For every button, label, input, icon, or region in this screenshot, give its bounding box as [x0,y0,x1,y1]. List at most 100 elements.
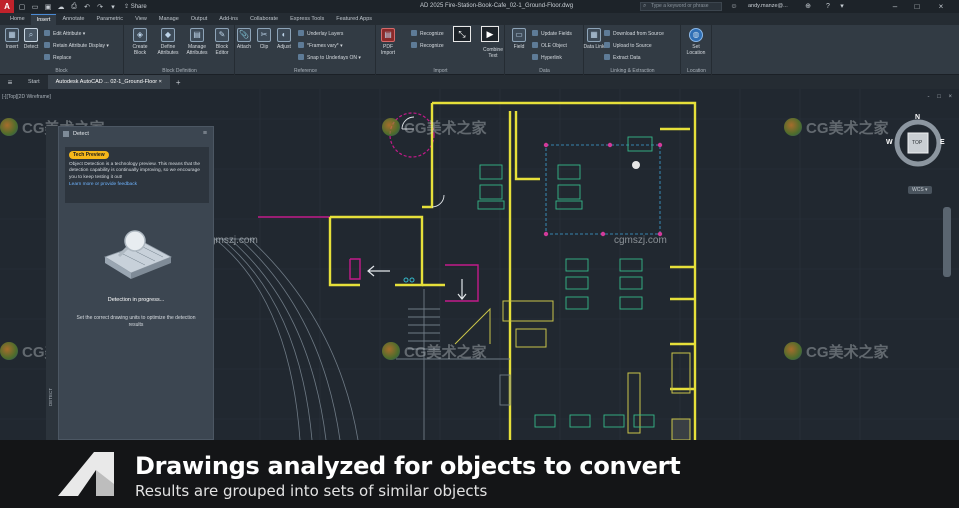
new-tab-icon[interactable]: + [176,78,181,87]
doc-tab-start[interactable]: Start [20,75,48,89]
feedback-link[interactable]: Learn more or provide feedback [69,182,205,187]
tab-manage[interactable]: Manage [153,14,185,25]
tab-add-ins[interactable]: Add-ins [213,14,244,25]
account-icon[interactable]: ☺ [729,1,739,11]
set-location-button[interactable]: ◍ Set Location [685,28,707,56]
view-cube[interactable]: N W E TOP WCS ▾ [886,109,945,194]
pdf-icon: ▤ [381,28,395,42]
underlay-layers-button[interactable]: Underlay Layers [298,30,343,37]
replace-icon [44,54,50,60]
close-icon[interactable]: × [934,1,948,12]
autodesk-logo-icon [58,452,114,496]
hamburger-menu-icon[interactable]: ≡ [0,78,20,87]
undo-icon[interactable]: ↶ [82,2,92,12]
retain-attribute-display-button[interactable]: Retain Attribute Display ▾ [44,42,109,49]
download-from-source-button[interactable]: Download from Source [604,30,664,37]
tab-featured-apps[interactable]: Featured Apps [330,14,378,25]
block-editor-button[interactable]: ✎ Block Editor [211,28,233,56]
palette-options-icon[interactable]: ≡ [203,130,207,137]
data-panel-title: Data [539,68,550,74]
tab-annotate[interactable]: Annotate [56,14,90,25]
detect-icon: ⌕ [24,28,38,42]
snap-to-underlays-label: Snap to Underlays ON [307,55,358,61]
viewport-controls[interactable]: - □ × [928,94,955,100]
maximize-icon[interactable]: □ [910,1,924,12]
compass-w[interactable]: W [886,139,893,146]
palette-side-rail[interactable]: DETECT [46,126,58,440]
share-button[interactable]: ⇪ Share [124,3,147,10]
view-cube-top-face[interactable]: TOP [912,140,922,146]
magenta-outline [258,216,479,302]
field-icon: ▭ [512,28,526,42]
replace-button[interactable]: Replace [44,54,71,61]
adjust-button[interactable]: ◐ Adjust [273,28,295,50]
dropdown-icon[interactable]: ▾ [108,2,118,12]
recognize-button-1[interactable]: Recognize [411,30,444,37]
create-block-label: Create Block [132,44,148,56]
upload-to-source-button[interactable]: Upload to Source [604,42,652,49]
minimize-icon[interactable]: – [888,1,902,12]
retain-attribute-icon [44,42,50,48]
create-block-button[interactable]: ◈ Create Block [129,28,151,56]
detect-button[interactable]: ⌕ Detect [20,28,42,50]
manage-attributes-button[interactable]: ▤ Manage Attributes [186,28,208,56]
edit-attribute-label: Edit Attribute [53,31,82,37]
new-file-icon[interactable]: ▢ [17,2,27,12]
viewport-label[interactable]: [-][Top][2D Wireframe] [2,94,51,100]
ole-object-icon [532,42,538,48]
pdf-import-button[interactable]: ▤ PDF Import [377,28,399,56]
recognize-button-2[interactable]: Recognize [411,42,444,49]
record-icon[interactable]: ▶ [481,26,499,42]
linking-extraction-panel: ▦ Data Link Download from Source Upload t… [583,25,681,75]
drawing-canvas[interactable]: [-][Top][2D Wireframe] - □ × CG美术之家 CG美术… [0,89,959,440]
navigation-bar-handle[interactable] [943,207,951,277]
tab-express-tools[interactable]: Express Tools [284,14,330,25]
combine-text-button[interactable]: Combine Text [479,47,507,59]
palette-header[interactable]: Detect [59,127,213,141]
extract-data-button[interactable]: Extract Data [604,54,641,61]
exit-fullscreen-icon[interactable]: ⤡ [453,26,471,42]
hyperlink-button[interactable]: Hyperlink [532,54,562,61]
compass-e[interactable]: E [940,139,945,146]
help-icon[interactable]: ? [823,1,833,11]
clip-button[interactable]: ✂ Clip [253,28,275,50]
compass-n[interactable]: N [915,114,920,121]
insert-label: Insert [5,44,19,50]
save-icon[interactable]: ▣ [43,2,53,12]
tab-collaborate[interactable]: Collaborate [244,14,284,25]
frames-vary-select[interactable]: *Frames vary* ▾ [298,42,343,49]
clip-icon: ✂ [257,28,271,42]
tab-output[interactable]: Output [185,14,214,25]
tab-insert[interactable]: Insert [30,14,57,25]
define-attributes-button[interactable]: ◆ Define Attributes [157,28,179,56]
edit-attribute-icon [44,30,50,36]
search-placeholder: Type a keyword or phrase [651,3,709,9]
data-link-button[interactable]: ▦ Data Link [583,28,605,50]
tab-home[interactable]: Home [4,14,31,25]
app-menu-button[interactable]: A [0,0,14,13]
tab-parametric[interactable]: Parametric [90,14,129,25]
edit-attribute-button[interactable]: Edit Attribute ▾ [44,30,85,37]
attach-button[interactable]: 📎 Attach [233,28,255,50]
wcs-menu[interactable]: WCS ▾ [908,186,932,194]
detection-progress-text: Detection in progress... [107,297,165,303]
cart-icon[interactable]: ⊕ [803,1,813,11]
field-button[interactable]: ▭ Field [508,28,530,50]
update-fields-button[interactable]: Update Fields [532,30,572,37]
user-name[interactable]: andy.manze@... [748,3,788,9]
doc-tab-drawing[interactable]: Autodesk AutoCAD ... 02-1_Ground-Floor × [47,75,170,89]
save-cloud-icon[interactable]: ☁ [56,2,66,12]
snap-to-underlays-button[interactable]: Snap to Underlays ON ▾ [298,54,361,61]
close-tab-icon[interactable]: × [159,79,162,85]
tab-view[interactable]: View [129,14,153,25]
search-input[interactable]: ⌕ Type a keyword or phrase [640,2,722,11]
open-folder-icon[interactable]: ▭ [30,2,40,12]
snap-icon [298,54,304,60]
watermark-text: CG美术之家 [404,344,487,361]
drawing-units-hint: Set the correct drawing units to optimiz… [76,315,196,328]
hyperlink-icon [532,54,538,60]
ole-object-button[interactable]: OLE Object [532,42,567,49]
redo-icon[interactable]: ↷ [95,2,105,12]
print-icon[interactable]: ⎙ [69,2,79,12]
help-dropdown-icon[interactable]: ▾ [837,1,847,11]
